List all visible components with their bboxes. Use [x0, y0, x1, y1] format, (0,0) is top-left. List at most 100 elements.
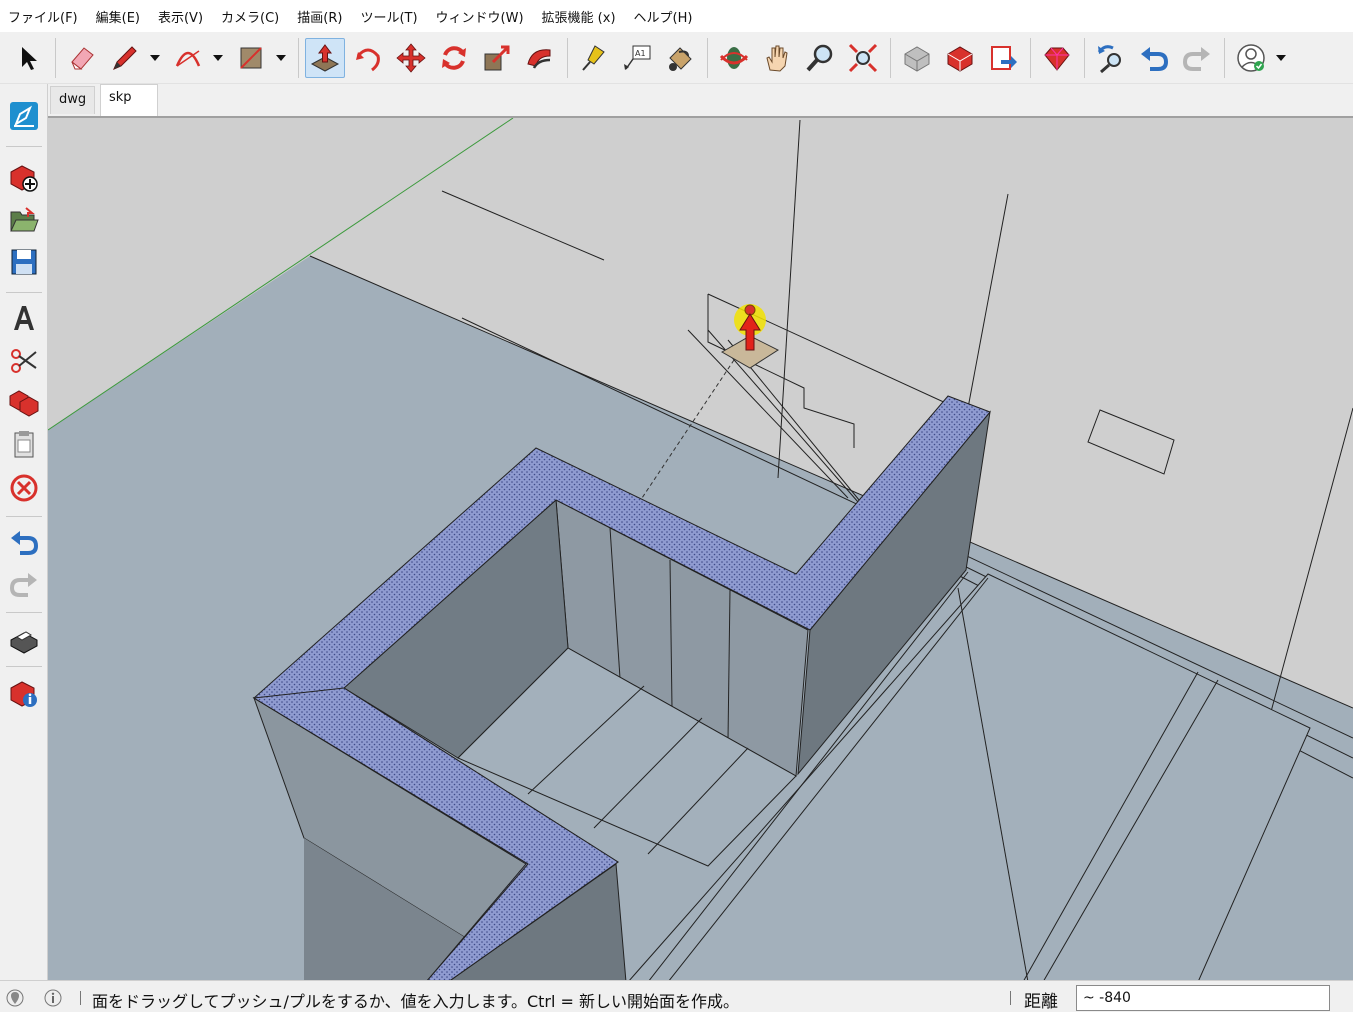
toolbar-separator [6, 292, 42, 293]
main-toolbar: A1 [0, 32, 1353, 84]
offset-tool-button[interactable] [520, 38, 560, 78]
scale-icon [484, 45, 510, 70]
toolbar-separator [298, 37, 299, 78]
rectangle-icon [240, 46, 262, 69]
warehouse-button[interactable] [897, 38, 937, 78]
follow-me-tool-button[interactable] [348, 38, 388, 78]
rotate-tool-button[interactable] [434, 38, 474, 78]
push-pull-tool-button[interactable] [305, 37, 345, 78]
pencil-dropdown[interactable] [148, 38, 162, 78]
open-icon [10, 207, 39, 232]
tab-skp[interactable]: skp [100, 84, 158, 116]
eraser-tool-button[interactable] [62, 38, 102, 78]
select-tool-button[interactable] [8, 38, 48, 78]
menu-window[interactable]: ウィンドウ(W) [436, 7, 524, 26]
menu-extensions[interactable]: 拡張機能 (x) [542, 7, 616, 26]
copy-button[interactable] [6, 384, 42, 420]
paint-bucket-tool-button[interactable] [660, 38, 700, 78]
tape-measure-icon [582, 44, 605, 71]
print-button[interactable] [6, 622, 42, 658]
orbit-tool-button[interactable] [714, 38, 754, 78]
cut-icon [11, 349, 37, 373]
scale-tool-button[interactable] [477, 38, 517, 78]
undo-button[interactable] [1134, 38, 1174, 78]
redo-button[interactable] [1177, 38, 1217, 78]
rectangle-dropdown[interactable] [274, 38, 288, 78]
new-file-button[interactable] [6, 160, 42, 196]
toolbar-separator [6, 146, 42, 147]
send-to-layout-button[interactable] [983, 38, 1023, 78]
model-canvas[interactable] [48, 118, 1353, 980]
move-icon [396, 42, 426, 73]
zoom-extents-tool-button[interactable] [843, 38, 883, 78]
guide-rectangle [1087, 409, 1175, 475]
menu-camera[interactable]: カメラ(C) [221, 7, 279, 26]
save-file-button[interactable] [6, 244, 42, 280]
menu-file[interactable]: ファイル(F) [8, 7, 78, 26]
orbit-icon [719, 46, 749, 69]
text-tool-button[interactable]: A1 [617, 38, 657, 78]
left-toolbar [0, 84, 48, 980]
pan-icon [766, 45, 788, 72]
open-file-button[interactable] [6, 202, 42, 238]
print-icon [10, 631, 38, 654]
pencil-icon [113, 45, 137, 70]
arc-tool-button[interactable] [168, 38, 208, 78]
info-icon[interactable] [44, 989, 62, 1007]
zoom-tool-button[interactable] [800, 38, 840, 78]
undo-icon [11, 531, 39, 555]
previous-view-button[interactable] [1091, 38, 1131, 78]
toolbar-separator [1030, 37, 1031, 78]
pencil-tool-button[interactable] [105, 38, 145, 78]
undo-icon [1141, 46, 1169, 71]
toolbar-separator [567, 37, 568, 78]
delete-icon [10, 474, 38, 502]
menu-help[interactable]: ヘルプ(H) [634, 7, 693, 26]
toolbar-separator [6, 612, 42, 613]
redo-side-button[interactable] [6, 566, 42, 602]
account-button[interactable] [1231, 38, 1271, 78]
model-info-button[interactable] [6, 676, 42, 712]
extension-warehouse-icon [947, 45, 973, 72]
menu-bar: ファイル(F) 編集(E) 表示(V) カメラ(C) 描画(R) ツール(T) … [0, 0, 1353, 32]
tab-dwg[interactable]: dwg [50, 86, 96, 114]
eraser-icon [71, 46, 94, 70]
new-icon [10, 165, 38, 192]
extension-warehouse-button[interactable] [940, 38, 980, 78]
account-dropdown[interactable] [1274, 38, 1288, 78]
menu-tools[interactable]: ツール(T) [360, 7, 417, 26]
paste-button[interactable] [6, 426, 42, 462]
ruby-console-button[interactable] [1037, 38, 1077, 78]
zoom-extents-icon [848, 43, 878, 72]
offset-icon [527, 48, 551, 69]
guide-line [441, 190, 605, 261]
delete-button[interactable] [6, 470, 42, 506]
model-info-icon [10, 681, 37, 707]
status-message: 面をドラッグしてプッシュ/プルをするか、値を入力します。Ctrl = 新しい開始… [92, 992, 740, 1011]
tape-measure-tool-button[interactable] [574, 38, 614, 78]
geo-location-icon[interactable] [6, 989, 24, 1007]
paint-bucket-icon [669, 46, 692, 71]
status-bar: 面をドラッグしてプッシュ/プルをするか、値を入力します。Ctrl = 新しい開始… [0, 980, 1353, 1012]
paste-icon [14, 431, 34, 458]
text-icon: A1 [624, 45, 651, 70]
scene-tabs: dwg skp [48, 84, 1353, 116]
layout-logo-button[interactable] [6, 98, 42, 134]
measurements-input[interactable]: ~ -840 [1076, 985, 1330, 1011]
arc-dropdown[interactable] [211, 38, 225, 78]
undo-side-button[interactable] [6, 524, 42, 560]
send-to-layout-icon [991, 45, 1017, 70]
cut-button[interactable] [6, 342, 42, 378]
rectangle-tool-button[interactable] [231, 38, 271, 78]
guide-line [967, 193, 1009, 409]
toolbar-separator [1084, 37, 1085, 78]
push-pull-icon [310, 43, 340, 72]
text-style-button[interactable] [6, 300, 42, 336]
pan-tool-button[interactable] [757, 38, 797, 78]
menu-draw[interactable]: 描画(R) [297, 7, 342, 26]
menu-edit[interactable]: 編集(E) [96, 7, 140, 26]
model-viewport[interactable] [48, 116, 1353, 980]
move-tool-button[interactable] [391, 38, 431, 78]
menu-view[interactable]: 表示(V) [158, 7, 203, 26]
follow-me-icon [356, 48, 380, 71]
